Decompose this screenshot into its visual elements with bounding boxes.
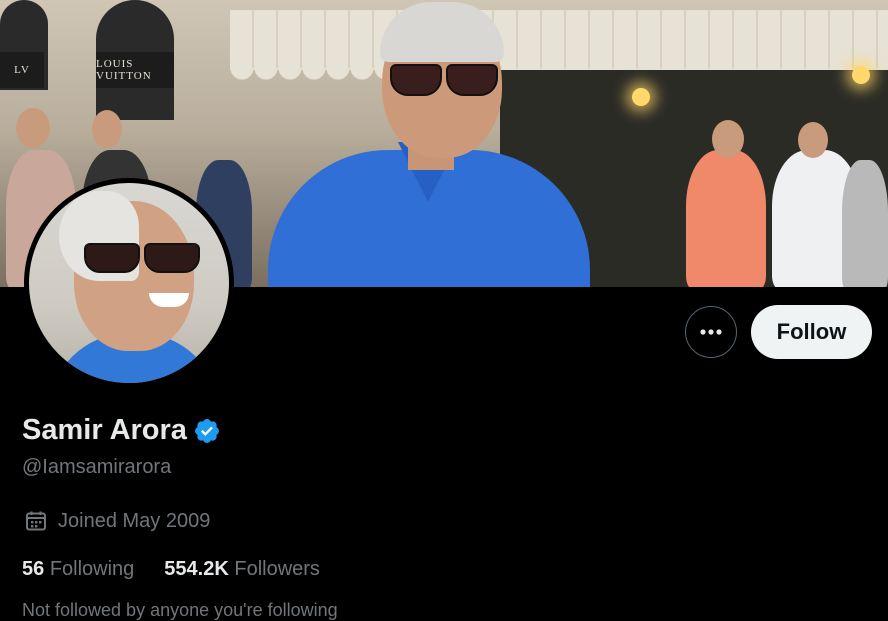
- joined-date-row: Joined May 2009: [24, 509, 210, 533]
- banner-head: [798, 122, 828, 158]
- following-count: 56: [22, 558, 45, 580]
- following-label: Following: [49, 558, 135, 580]
- banner-person: [842, 160, 888, 287]
- banner-man-sunglasses: [390, 64, 500, 96]
- banner-head: [92, 110, 122, 148]
- banner-awning: [230, 10, 888, 80]
- avatar-photo: [29, 183, 229, 383]
- profile-name-row: Samir Arora: [22, 414, 221, 447]
- joined-date-text: Joined May 2009: [58, 509, 211, 532]
- banner-store-sign-short: LV: [0, 52, 44, 88]
- follow-button[interactable]: Follow: [751, 305, 872, 359]
- banner-lamp: [852, 66, 870, 84]
- banner-person: [686, 150, 766, 287]
- calendar-icon: [26, 511, 46, 531]
- followed-by-text: Not followed by anyone you're following: [22, 600, 338, 620]
- avatar-sunglasses: [84, 243, 202, 273]
- verified-badge-icon[interactable]: [193, 417, 221, 445]
- followers-count: 554.2K: [164, 558, 229, 580]
- followers-link[interactable]: 554.2K Followers: [164, 558, 320, 581]
- profile-name: Samir Arora: [22, 414, 187, 446]
- profile-avatar[interactable]: [24, 178, 234, 388]
- banner-store-sign: LOUIS VUITTON: [96, 52, 174, 88]
- banner-head: [712, 120, 744, 158]
- banner-head: [16, 108, 50, 148]
- more-options-button[interactable]: [685, 306, 737, 358]
- following-link[interactable]: 56 Following: [22, 558, 134, 581]
- followers-label: Followers: [234, 558, 320, 580]
- profile-handle: @Iamsamirarora: [22, 456, 172, 478]
- more-dots-icon: [700, 329, 722, 335]
- profile-stats: 56 Following 554.2K Followers: [22, 558, 350, 581]
- banner-lamp: [632, 88, 650, 106]
